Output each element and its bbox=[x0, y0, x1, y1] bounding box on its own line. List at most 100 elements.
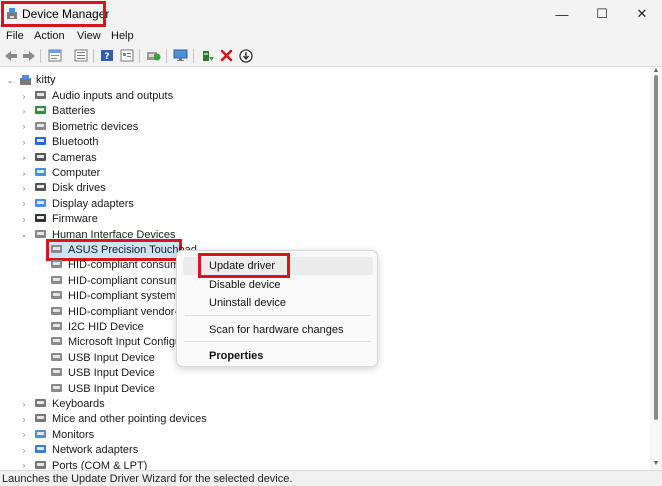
svg-text:?: ? bbox=[104, 52, 109, 62]
context-menu-separator bbox=[185, 341, 371, 342]
hid-icon bbox=[35, 229, 46, 238]
context-scan-hardware[interactable]: Scan for hardware changes bbox=[209, 324, 344, 336]
driver-details-icon bbox=[120, 49, 133, 62]
chevron-right-icon[interactable]: › bbox=[20, 153, 28, 162]
tree-category-item[interactable]: Network adapters bbox=[52, 444, 138, 456]
vertical-scrollbar[interactable]: ▲ ▼ bbox=[650, 67, 662, 470]
driver-details-button[interactable] bbox=[118, 47, 135, 64]
chevron-right-icon[interactable]: › bbox=[20, 430, 28, 439]
chevron-right-icon[interactable]: › bbox=[20, 184, 28, 193]
chevron-right-icon[interactable]: › bbox=[20, 107, 28, 116]
bluetooth-icon bbox=[35, 137, 46, 146]
tree-device-item[interactable]: HID-compliant system co bbox=[68, 290, 190, 302]
display-adapter-icon bbox=[35, 198, 46, 207]
tree-device-item[interactable]: USB Input Device bbox=[68, 383, 155, 395]
chevron-right-icon[interactable]: › bbox=[20, 92, 28, 101]
update-driver-button[interactable] bbox=[199, 47, 216, 64]
tree-device-item[interactable]: USB Input Device bbox=[68, 352, 155, 364]
chevron-right-icon[interactable]: › bbox=[20, 169, 28, 178]
tree-device-item[interactable]: HID-compliant vendor-d bbox=[68, 306, 184, 318]
hid-device-icon bbox=[51, 291, 62, 300]
scroll-down-icon[interactable]: ▼ bbox=[652, 460, 660, 467]
tree-device-item[interactable]: Microsoft Input Configu bbox=[68, 336, 181, 348]
menu-help[interactable]: Help bbox=[111, 30, 134, 42]
fingerprint-icon bbox=[35, 121, 46, 130]
list-view-icon bbox=[74, 49, 87, 62]
tree-category-item[interactable]: Keyboards bbox=[52, 398, 105, 410]
toolbar-separator bbox=[166, 49, 167, 63]
tree-device-item[interactable]: HID-compliant consume bbox=[68, 275, 185, 287]
tree-root-label[interactable]: kitty bbox=[36, 74, 56, 86]
help-button[interactable]: ? bbox=[98, 47, 115, 64]
hid-device-icon bbox=[51, 245, 62, 253]
port-icon bbox=[35, 460, 46, 469]
forward-arrow-icon bbox=[22, 50, 35, 61]
chevron-right-icon[interactable]: › bbox=[20, 215, 28, 224]
monitor-icon bbox=[35, 429, 46, 438]
context-properties[interactable]: Properties bbox=[209, 350, 263, 362]
tree-category-item[interactable]: Audio inputs and outputs bbox=[52, 90, 173, 102]
chevron-right-icon[interactable]: › bbox=[20, 199, 28, 208]
computer-icon bbox=[35, 168, 46, 176]
chevron-right-icon[interactable]: › bbox=[20, 446, 28, 455]
tree-device-item[interactable]: HID-compliant consume bbox=[68, 259, 185, 271]
keyboard-icon bbox=[35, 399, 46, 407]
menu-action[interactable]: Action bbox=[34, 30, 65, 42]
uninstall-button[interactable] bbox=[218, 47, 235, 64]
forward-button[interactable] bbox=[20, 47, 37, 64]
back-arrow-icon bbox=[4, 50, 17, 61]
tree-category-item[interactable]: Biometric devices bbox=[52, 121, 138, 133]
scan-hardware-icon bbox=[147, 52, 161, 61]
tree-device-item[interactable]: USB Input Device bbox=[68, 367, 155, 379]
download-button[interactable] bbox=[237, 47, 254, 64]
tree-category-item[interactable]: Human Interface Devices bbox=[52, 229, 176, 241]
chevron-right-icon[interactable]: › bbox=[20, 138, 28, 147]
context-menu: Update driver Disable device Uninstall d… bbox=[176, 250, 378, 367]
network-adapter-icon bbox=[35, 445, 46, 454]
computer-root-icon bbox=[20, 75, 31, 85]
minimize-button[interactable]: — bbox=[542, 0, 582, 28]
tree-category-item[interactable]: Bluetooth bbox=[52, 136, 98, 148]
chevron-right-icon[interactable]: › bbox=[20, 415, 28, 424]
close-icon: ✕ bbox=[636, 6, 648, 21]
toolbar-separator bbox=[193, 49, 194, 63]
chevron-down-icon[interactable]: ⌄ bbox=[6, 76, 14, 85]
toolbar-separator bbox=[40, 49, 41, 63]
chevron-right-icon[interactable]: › bbox=[20, 122, 28, 131]
tree-category-item[interactable]: Firmware bbox=[52, 213, 98, 225]
context-disable-device[interactable]: Disable device bbox=[209, 279, 281, 291]
tree-category-item[interactable]: Disk drives bbox=[52, 182, 106, 194]
title-annotation-box bbox=[1, 1, 106, 27]
context-uninstall-device[interactable]: Uninstall device bbox=[209, 297, 286, 309]
monitor-icon bbox=[173, 49, 188, 61]
monitor-button[interactable] bbox=[172, 47, 189, 64]
scroll-up-icon[interactable]: ▲ bbox=[652, 67, 660, 74]
tree-category-item[interactable]: Cameras bbox=[52, 152, 97, 164]
tree-category-item[interactable]: Mice and other pointing devices bbox=[52, 413, 207, 425]
toolbar: ? bbox=[0, 45, 662, 67]
tree-device-item[interactable]: I2C HID Device bbox=[68, 321, 144, 333]
tree-category-item[interactable]: Batteries bbox=[52, 105, 95, 117]
tree-category-item[interactable]: Ports (COM & LPT) bbox=[52, 460, 147, 470]
maximize-button[interactable]: ☐ bbox=[582, 0, 622, 28]
menu-view[interactable]: View bbox=[77, 30, 101, 42]
chevron-right-icon[interactable]: › bbox=[20, 400, 28, 409]
tree-category-item[interactable]: Computer bbox=[52, 167, 100, 179]
chevron-right-icon[interactable]: › bbox=[20, 461, 28, 470]
download-icon bbox=[238, 48, 253, 63]
close-button[interactable]: ✕ bbox=[622, 0, 662, 28]
list-view-button[interactable] bbox=[72, 47, 89, 64]
toolbar-separator bbox=[139, 49, 140, 63]
properties-sheet-button[interactable] bbox=[46, 47, 63, 64]
scan-hardware-button[interactable] bbox=[145, 47, 162, 64]
back-button[interactable] bbox=[2, 47, 19, 64]
toolbar-separator bbox=[93, 49, 94, 63]
menu-file[interactable]: File bbox=[6, 30, 24, 42]
hid-device-icon bbox=[51, 275, 62, 284]
hid-device-icon bbox=[51, 337, 62, 346]
tree-category-item[interactable]: Display adapters bbox=[52, 198, 134, 210]
scroll-thumb[interactable] bbox=[654, 75, 658, 420]
chevron-down-icon[interactable]: ⌄ bbox=[20, 230, 28, 239]
context-update-driver[interactable]: Update driver bbox=[209, 260, 275, 272]
tree-category-item[interactable]: Monitors bbox=[52, 429, 94, 441]
